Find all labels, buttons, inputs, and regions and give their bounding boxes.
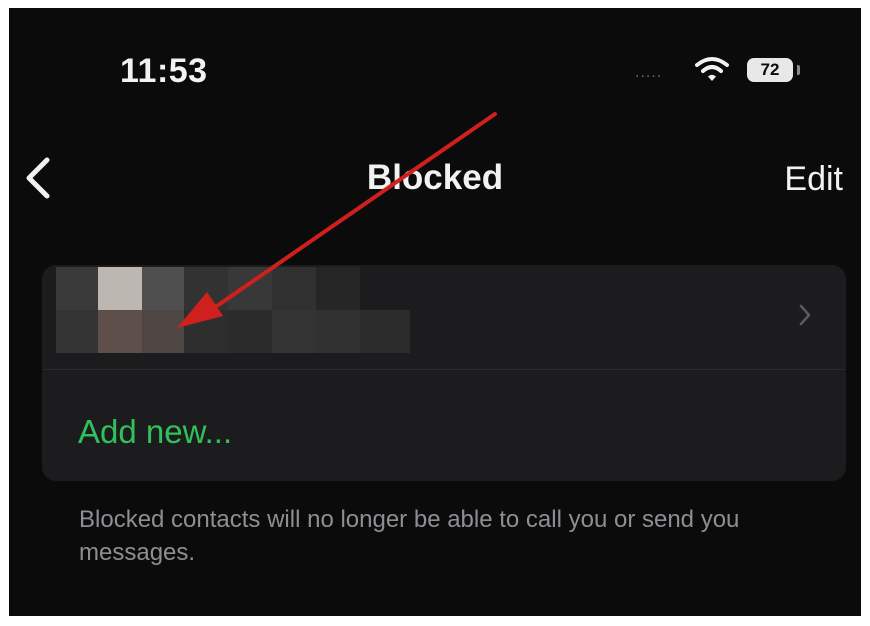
add-new-button[interactable]: Add new...: [78, 413, 232, 451]
battery-icon: 72: [747, 58, 793, 82]
wifi-icon: [695, 57, 729, 81]
cellular-signal-icon: .....: [635, 64, 663, 81]
battery-cap: [797, 65, 800, 75]
edit-button[interactable]: Edit: [784, 160, 843, 199]
pixelated-contact-name: [56, 267, 410, 353]
screen: 11:53 ..... 72 Blocked Edit Add new... B…: [9, 8, 861, 616]
page-title: Blocked: [366, 158, 504, 197]
status-time: 11:53: [120, 52, 208, 90]
blocked-info-text: Blocked contacts will no longer be able …: [79, 506, 740, 566]
blocked-list: Add new...: [42, 265, 846, 481]
chevron-right-icon: [799, 304, 811, 326]
row-divider: [42, 369, 846, 370]
blocked-contact-row[interactable]: [42, 265, 846, 369]
